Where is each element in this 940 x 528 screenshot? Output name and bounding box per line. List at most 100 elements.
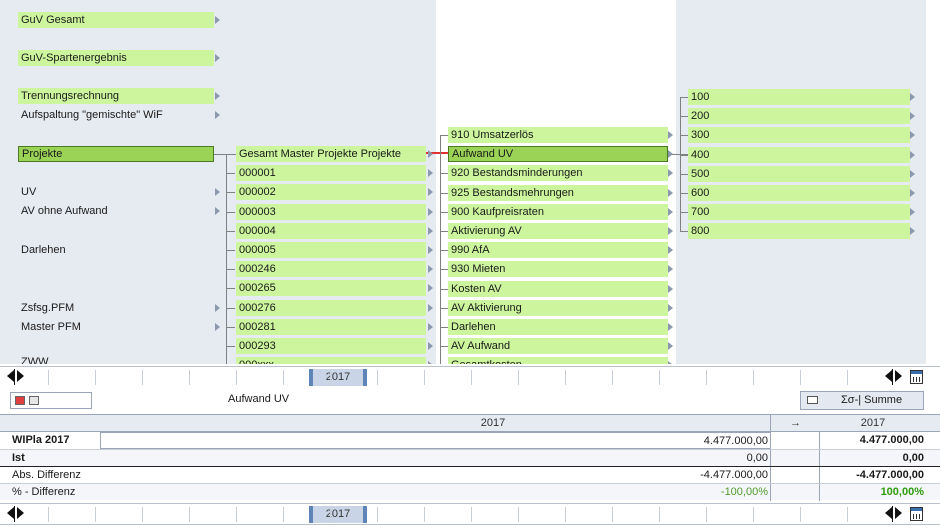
tree-node-level4[interactable]: 800	[688, 223, 910, 239]
tree-node-level4[interactable]: 200	[688, 108, 910, 124]
header-arrow-icon[interactable]: →	[770, 415, 820, 432]
value-cell[interactable]: -100,00%	[100, 484, 770, 501]
tree-node-level2[interactable]: 000001	[236, 165, 426, 181]
tree-node-level1[interactable]: Zsfsg.PFM	[18, 300, 214, 316]
expand-arrow-icon[interactable]	[668, 208, 673, 216]
total-cell[interactable]: 0,00	[822, 450, 926, 467]
expand-arrow-icon[interactable]	[668, 189, 673, 197]
scroll-left-arrow-icon[interactable]	[7, 507, 14, 519]
tree-node-level3[interactable]: Gesamtkosten	[448, 357, 668, 364]
expand-arrow-icon[interactable]	[668, 342, 673, 350]
tree-node-level4[interactable]: 600	[688, 185, 910, 201]
expand-arrow-icon[interactable]	[215, 111, 220, 119]
expand-arrow-icon[interactable]	[668, 361, 673, 364]
tree-node-level3-selected[interactable]: Aufwand UV	[448, 146, 668, 162]
total-cell[interactable]: 4.477.000,00	[822, 432, 926, 449]
expand-arrow-icon[interactable]	[668, 131, 673, 139]
expand-arrow-icon[interactable]	[428, 361, 433, 364]
calendar-icon[interactable]	[910, 507, 923, 521]
scroll-right-arrow-icon[interactable]	[17, 507, 24, 519]
expand-arrow-icon[interactable]	[428, 304, 433, 312]
expand-arrow-icon[interactable]	[215, 54, 220, 62]
expand-arrow-icon[interactable]	[215, 304, 220, 312]
expand-arrow-icon[interactable]	[428, 323, 433, 331]
expand-arrow-icon[interactable]	[428, 342, 433, 350]
expand-arrow-icon[interactable]	[668, 285, 673, 293]
year-marker[interactable]: 2017	[309, 506, 367, 523]
expand-arrow-icon[interactable]	[668, 169, 673, 177]
expand-arrow-icon[interactable]	[910, 93, 915, 101]
tree-node-level2[interactable]: 000276	[236, 300, 426, 316]
collapse-icon[interactable]	[15, 396, 25, 405]
value-cell[interactable]: 0,00	[100, 450, 770, 467]
tree-node-level1[interactable]: Trennungsrechnung	[18, 88, 214, 104]
tree-node-level4[interactable]: 400	[688, 147, 910, 163]
expand-arrow-icon[interactable]	[215, 188, 220, 196]
tree-node-level1[interactable]: Projekte	[18, 146, 214, 162]
tree-node-level2[interactable]: 000281	[236, 319, 426, 335]
expand-icon[interactable]	[29, 396, 39, 405]
tree-node-level2[interactable]: 000005	[236, 242, 426, 258]
tree-node-level1[interactable]: Darlehen	[18, 242, 214, 258]
tree-node-level1[interactable]: UV	[18, 184, 214, 200]
value-cell[interactable]: 4.477.000,00	[100, 432, 770, 449]
scroll-left-end-arrow-icon[interactable]	[885, 507, 892, 519]
tree-node-level2[interactable]: 000265	[236, 280, 426, 296]
summe-button[interactable]: Σσ-| Summe	[800, 391, 924, 410]
expand-arrow-icon[interactable]	[428, 208, 433, 216]
expand-arrow-icon[interactable]	[428, 150, 433, 158]
scroll-right-arrow-icon[interactable]	[17, 370, 24, 382]
tree-node-level4[interactable]: 100	[688, 89, 910, 105]
scroll-left-end-arrow-icon[interactable]	[885, 370, 892, 382]
expand-arrow-icon[interactable]	[428, 227, 433, 235]
expand-arrow-icon[interactable]	[428, 188, 433, 196]
expand-arrow-icon[interactable]	[910, 131, 915, 139]
expand-arrow-icon[interactable]	[668, 227, 673, 235]
tree-node-level3[interactable]: 990 AfA	[448, 242, 668, 258]
expand-arrow-icon[interactable]	[215, 16, 220, 24]
expand-arrow-icon[interactable]	[910, 112, 915, 120]
expand-arrow-icon[interactable]	[428, 284, 433, 292]
tree-node-level2[interactable]: 000003	[236, 204, 426, 220]
total-cell[interactable]: 100,00%	[822, 484, 926, 501]
tree-node-level1[interactable]: GuV-Spartenergebnis	[18, 50, 214, 66]
expand-arrow-icon[interactable]	[428, 169, 433, 177]
tree-node-level1[interactable]: Aufspaltung "gemischte" WiF	[18, 107, 214, 123]
expand-arrow-icon[interactable]	[910, 208, 915, 216]
tree-node-level1[interactable]: ZWW	[18, 354, 214, 364]
expand-arrow-icon[interactable]	[668, 323, 673, 331]
tree-node-level3[interactable]: Kosten AV	[448, 281, 668, 297]
scroll-right-end-arrow-icon[interactable]	[895, 507, 902, 519]
expand-arrow-icon[interactable]	[668, 304, 673, 312]
tree-node-level4[interactable]: 500	[688, 166, 910, 182]
total-cell[interactable]: -4.477.000,00	[822, 467, 926, 484]
year-marker[interactable]: 2017	[309, 369, 367, 386]
expand-arrow-icon[interactable]	[668, 265, 673, 273]
scroll-right-end-arrow-icon[interactable]	[895, 370, 902, 382]
tree-node-level3[interactable]: 900 Kaufpreisraten	[448, 204, 668, 220]
tree-node-level3[interactable]: 930 Mieten	[448, 261, 668, 277]
expand-arrow-icon[interactable]	[668, 150, 673, 158]
tree-node-level3[interactable]: AV Aktivierung	[448, 300, 668, 316]
expand-arrow-icon[interactable]	[428, 246, 433, 254]
tree-node-level2[interactable]: 000004	[236, 223, 426, 239]
expand-arrow-icon[interactable]	[910, 227, 915, 235]
tree-node-level4[interactable]: 300	[688, 127, 910, 143]
expand-arrow-icon[interactable]	[215, 323, 220, 331]
period-scrollbar-top[interactable]: 2017	[0, 366, 940, 388]
expand-arrow-icon[interactable]	[910, 189, 915, 197]
tree-node-level3[interactable]: 920 Bestandsminderungen	[448, 165, 668, 181]
scroll-left-arrow-icon[interactable]	[7, 370, 14, 382]
expand-arrow-icon[interactable]	[668, 246, 673, 254]
tree-node-level2[interactable]: 000293	[236, 338, 426, 354]
calendar-icon[interactable]	[910, 370, 923, 384]
expand-arrow-icon[interactable]	[910, 170, 915, 178]
period-scrollbar-bottom[interactable]: 2017	[0, 503, 940, 525]
tree-node-level2[interactable]: 000246	[236, 261, 426, 277]
tree-node-level1[interactable]: Master PFM	[18, 319, 214, 335]
value-cell[interactable]: -4.477.000,00	[100, 467, 770, 484]
expand-arrow-icon[interactable]	[428, 265, 433, 273]
expand-arrow-icon[interactable]	[215, 92, 220, 100]
expand-arrow-icon[interactable]	[215, 207, 220, 215]
view-toggle-box[interactable]	[10, 392, 92, 409]
